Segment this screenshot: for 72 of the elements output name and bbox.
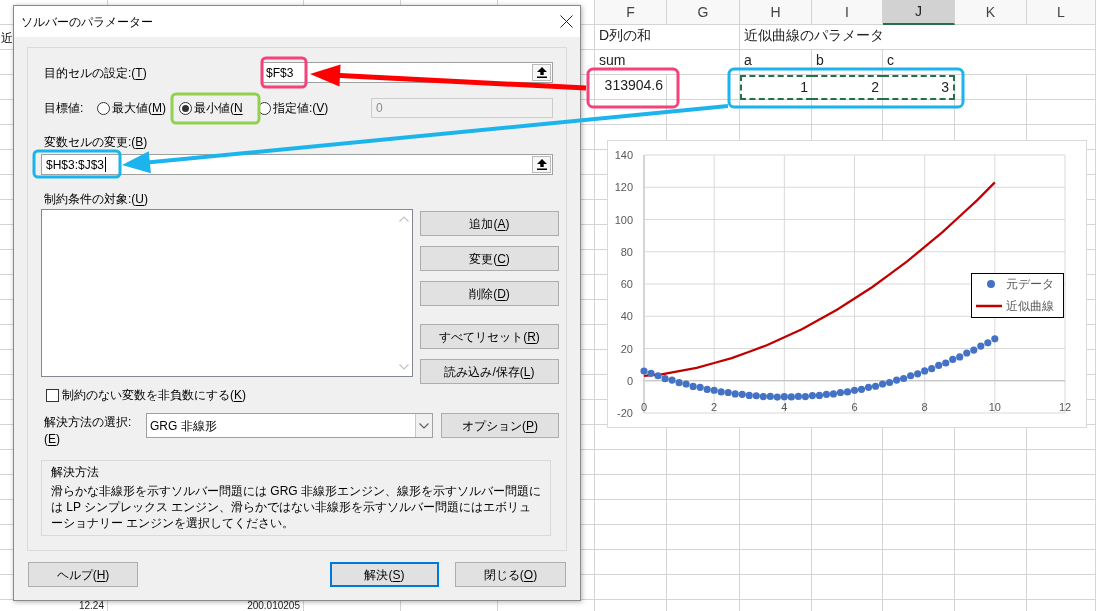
radio-label[interactable]: 最小値(N [194,99,243,117]
axis-tick-label: 80 [620,245,633,258]
cell-text: 12.24 [78,601,104,611]
field-label: 解決方法の選択: (E) [44,414,132,448]
range-select-button[interactable] [532,156,551,173]
radio-button[interactable] [97,101,110,115]
dialog-button[interactable]: 閉じる(O) [455,562,566,587]
dialog-button[interactable]: ヘルプ(H) [28,562,138,587]
axis-tick-label: 4 [781,401,788,414]
axis-tick-label: 140 [614,149,633,161]
cell-text: 近 [1,29,13,46]
legend-label: 近似曲線 [1006,299,1054,313]
column-header[interactable]: H [740,0,812,25]
dialog-button[interactable]: 変更(C) [420,246,559,271]
axis-tick-label: 10 [988,401,1001,414]
column-header[interactable]: K [955,0,1027,25]
column-header[interactable]: F [595,0,667,25]
axis-tick-label: 120 [614,181,633,194]
axis-tick-label: 40 [620,310,633,323]
cell-reference-field[interactable]: $H$3:$J$3 [41,154,553,175]
legend-marker-icon [987,280,995,288]
table-cell-text: 313904.6 [603,76,664,95]
table-cell: 3 [883,75,955,100]
table-cell: 2 [812,75,883,100]
legend-label: 元データ [1006,277,1054,291]
close-icon [559,15,573,28]
dialog-button[interactable]: 削除(D) [420,281,559,306]
radio-button[interactable] [179,101,192,115]
axis-tick-label: -20 [617,407,633,419]
dialog-button[interactable]: 読み込み/保存(L) [420,359,559,384]
chevron-down-icon [419,422,429,429]
table-cell-text: a [743,51,753,70]
field-label: 変数セルの変更:(B) [44,134,148,151]
axis-tick-label: 60 [620,278,633,290]
section-title: 解決方法 [51,464,99,480]
legend-line-icon [976,304,1002,308]
checkbox[interactable] [46,388,59,402]
column-header[interactable]: L [1027,0,1096,25]
column-header[interactable]: J [883,0,955,25]
highlight-frame [260,56,308,89]
up-arrow-icon [536,67,547,78]
checkbox-label[interactable]: 制約のない変数を非負数にする(K) [62,386,246,404]
field-label: 制約条件の対象:(U) [44,191,148,208]
column-header[interactable]: G [667,0,740,25]
dialog-button[interactable]: すべてリセット(R) [420,324,559,349]
data-point [836,388,845,397]
axis-tick-label: 2 [711,401,718,414]
field-label: 目的セルの設定:(T) [44,65,147,80]
axis-tick-label: 8 [921,401,928,414]
chevron-up-icon [398,216,409,222]
axis-tick-label: 20 [620,342,633,355]
axis-tick-label: 100 [614,213,633,226]
up-arrow-icon [536,159,547,170]
axis-tick-label: 0 [640,401,648,414]
radio-label[interactable]: 指定値:(V) [273,99,329,117]
table-cell: 1 [740,75,812,100]
dialog-button[interactable]: 解決(S) [330,562,439,587]
axis-tick-label: 12 [1058,401,1072,414]
cell-text: 200.010205 [247,601,300,611]
range-select-button[interactable] [532,64,551,81]
field-label: 目標値: [44,101,84,115]
description-text: 滑らかな非線形を示すソルバー問題には GRG 非線形エンジン、線形を示すソルバー問題には LP シンプレックス エンジン、滑らかではない非線形を示すソルバー問題にはエボリューショナリー エンジンを選択してください。 [51,483,542,531]
solver-method-select[interactable]: GRG 非線形 [146,413,433,438]
table-cell-text: b [815,51,825,70]
axis-tick-label: 6 [851,401,858,414]
dialog-button[interactable]: オプション(P) [441,413,559,438]
dialog-button[interactable]: 追加(A) [420,211,559,236]
column-header[interactable]: I [812,0,883,25]
axis-tick-label: 0 [626,374,633,387]
window-title: ソルバーのパラメーター [21,13,153,31]
radio-label[interactable]: 最大値(M) [112,99,166,117]
chevron-down-icon [398,364,409,370]
